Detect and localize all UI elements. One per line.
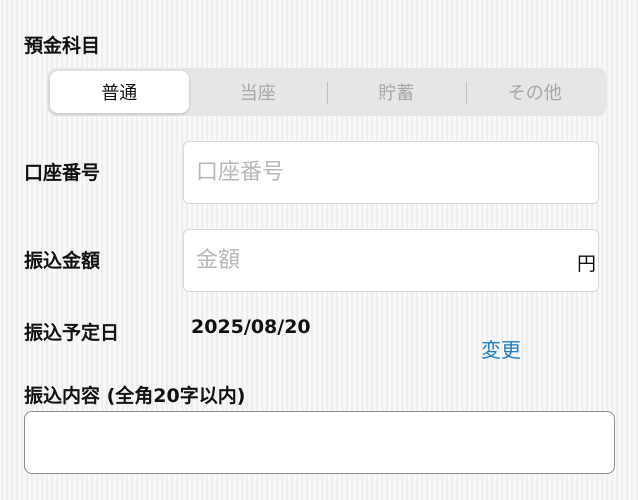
segment-chochiku[interactable]: 貯蓄 xyxy=(327,71,466,113)
transfer-amount-label: 振込金額 xyxy=(24,250,101,272)
account-number-label: 口座番号 xyxy=(24,162,101,184)
account-type-segmented-control: 普通 当座 貯蓄 その他 xyxy=(47,68,607,116)
segment-futsu-label: 普通 xyxy=(101,83,138,104)
amount-unit: 円 xyxy=(576,253,596,275)
account-type-label: 預金科目 xyxy=(24,35,101,57)
transfer-date-label: 振込予定日 xyxy=(24,322,120,344)
transfer-amount-field-container: 円 xyxy=(183,229,599,292)
segment-toza-label: 当座 xyxy=(239,83,276,104)
account-number-input[interactable] xyxy=(184,142,598,203)
segment-sonota-label: その他 xyxy=(507,83,562,104)
segment-sonota[interactable]: その他 xyxy=(465,71,605,113)
transfer-date-value: 2025/08/20 xyxy=(191,316,311,338)
transfer-amount-input[interactable] xyxy=(184,230,598,291)
segment-futsu[interactable]: 普通 xyxy=(50,71,189,113)
transfer-content-field-container xyxy=(24,411,615,474)
segment-chochiku-label: 貯蓄 xyxy=(378,83,415,104)
transfer-content-input[interactable] xyxy=(25,412,614,473)
transfer-content-label: 振込内容 (全角20字以内) xyxy=(24,385,246,407)
segment-toza[interactable]: 当座 xyxy=(189,71,328,113)
change-date-link[interactable]: 変更 xyxy=(481,334,521,363)
account-number-field-container xyxy=(183,141,599,204)
